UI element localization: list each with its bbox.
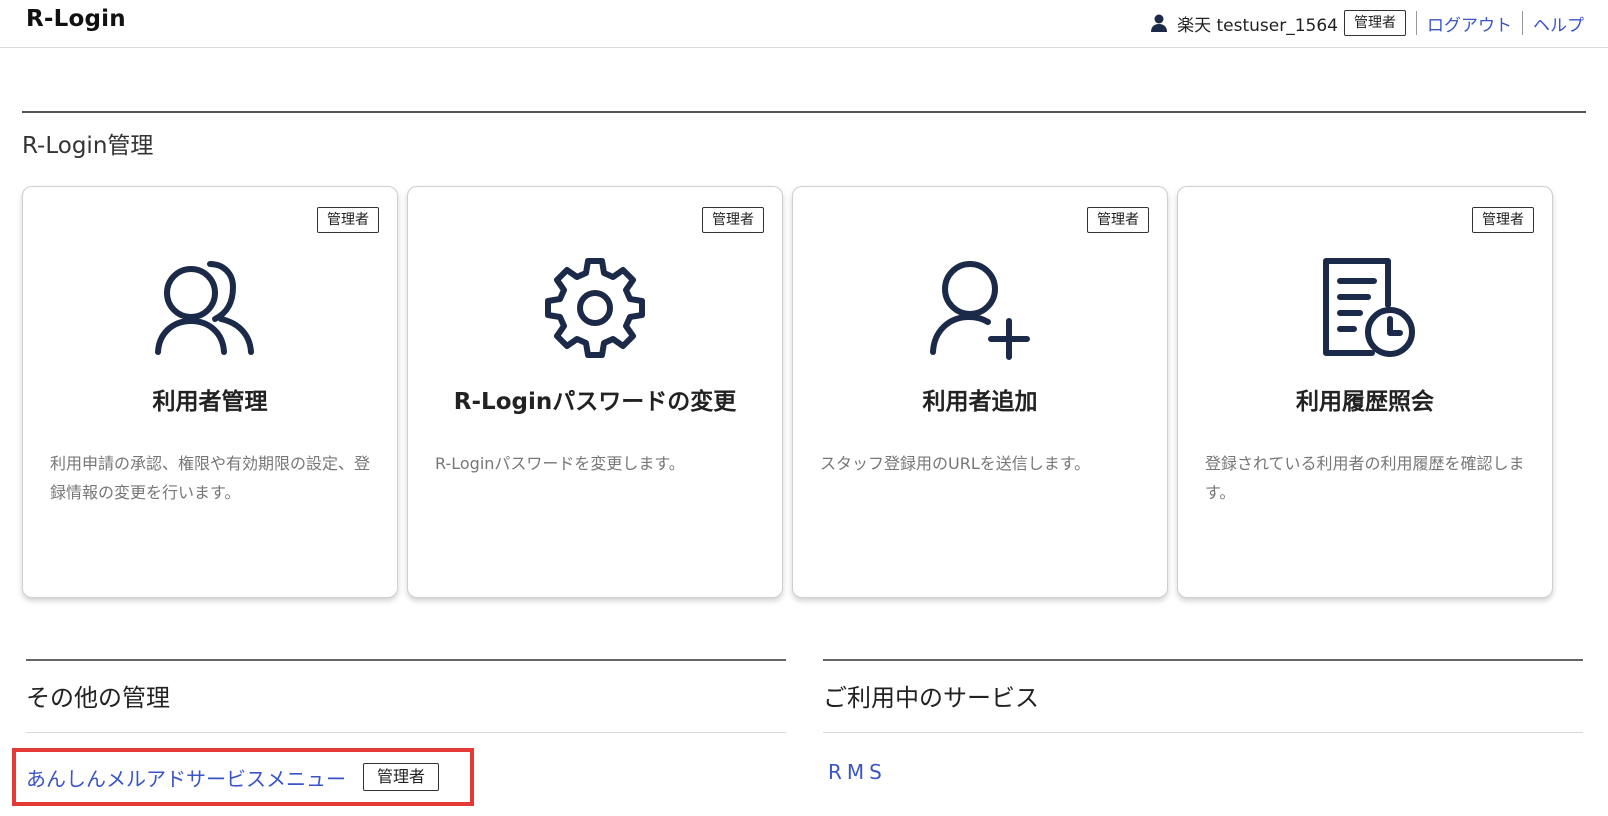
card-add-user[interactable]: 管理者 利用者追加 スタッフ登録用のURLを送信します。 [792,186,1168,598]
help-link[interactable]: ヘルプ [1533,11,1584,36]
divider [1416,11,1417,35]
card-description: スタッフ登録用のURLを送信します。 [820,454,1091,473]
users-icon [155,261,254,355]
top-header: R-Login 楽天 testuser_1564 管理者 ログアウト ヘルプ [0,0,1608,48]
admin-badge: 管理者 [317,207,379,233]
user-area: 楽天 testuser_1564 管理者 ログアウト ヘルプ [1149,8,1584,38]
card-title: 利用履歴照会 [1296,389,1434,415]
admin-badge: 管理者 [702,207,764,233]
rms-link[interactable]: RMS [828,760,887,784]
section-title: R-Login管理 [22,133,154,159]
admin-badge: 管理者 [1472,207,1534,233]
history-document-icon [1323,258,1415,357]
divider [26,731,786,733]
gear-icon [545,258,645,358]
other-management-section: その他の管理 [26,659,786,733]
user-icon [1149,13,1169,33]
role-badge: 管理者 [1344,10,1406,36]
anshin-mail-menu-link[interactable]: あんしんメルアドサービスメニュー 管理者 [26,758,440,796]
divider [1522,11,1523,35]
card-description: 利用申請の承認、権限や有効期限の設定、登録情報の変更を行います。 [50,454,371,502]
card-password-change[interactable]: 管理者 R-Loginパスワードの変更 R-Loginパスワードを変更します。 [407,186,783,598]
logout-link[interactable]: ログアウト [1427,11,1512,36]
section-divider [823,659,1583,661]
section-divider [22,111,1586,113]
card-description: R-Loginパスワードを変更します。 [435,454,685,473]
card-usage-history[interactable]: 管理者 利用履歴照会 登録されている利用者の利用履歴を確認します。 [1177,186,1553,598]
admin-badge: 管理者 [363,763,440,791]
section-divider [26,659,786,661]
card-title: 利用者追加 [922,389,1038,415]
card-title: R-Loginパスワードの変更 [453,389,737,415]
divider [823,731,1583,733]
services-section: ご利用中のサービス [823,659,1583,733]
user-name: 楽天 testuser_1564 [1177,15,1338,36]
card-title: 利用者管理 [152,389,268,415]
services-title: ご利用中のサービス [823,683,1039,712]
user-add-icon [930,261,1030,360]
card-user-management[interactable]: 管理者 利用者管理 利用申請の承認、権限や有効期限の設定、登録情報の変更を行いま… [22,186,398,598]
card-description: 登録されている利用者の利用履歴を確認します。 [1205,454,1525,502]
app-logo[interactable]: R-Login [26,6,126,32]
admin-badge: 管理者 [1087,207,1149,233]
anshin-mail-menu-label[interactable]: あんしんメルアドサービスメニュー [26,763,346,792]
other-management-title: その他の管理 [26,683,170,712]
